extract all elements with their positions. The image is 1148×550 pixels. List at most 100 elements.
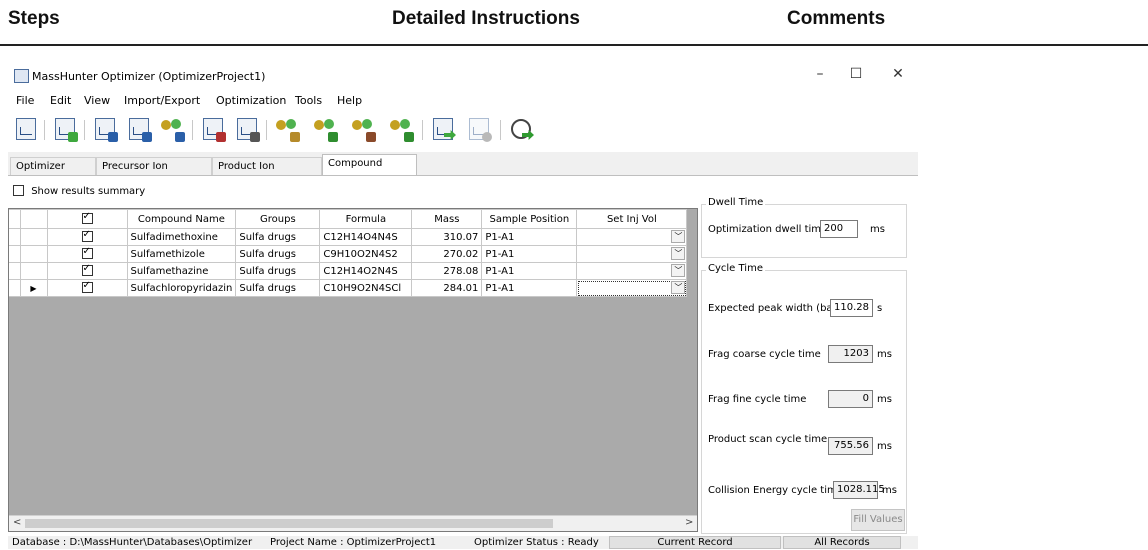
current-row-marker[interactable]: ▶: [19, 279, 48, 297]
save-as-project-icon[interactable]: [126, 116, 152, 142]
row-selector[interactable]: [19, 262, 48, 280]
menu-optimization[interactable]: Optimization: [216, 94, 286, 107]
table-row[interactable]: Sulfadimethoxine Sulfa drugs C12H14O4N4S…: [9, 228, 688, 246]
chevron-down-icon[interactable]: ﹀: [671, 247, 686, 260]
mass-cell[interactable]: 270.02: [411, 245, 483, 263]
groups-cell[interactable]: Sulfa drugs: [235, 262, 321, 280]
fill-values-button[interactable]: Fill Values: [851, 509, 905, 531]
project-status: Project Name : OptimizerProject1: [270, 537, 437, 548]
table-row[interactable]: Sulfamethazine Sulfa drugs C12H14O2N4S 2…: [9, 262, 688, 280]
groups-cell[interactable]: Sulfa drugs: [235, 228, 321, 246]
groups-cell[interactable]: Sulfa drugs: [235, 279, 321, 297]
tab-optimizer-setup[interactable]: Optimizer Setup: [10, 157, 96, 190]
inj-vol-cell[interactable]: ﹀: [576, 245, 688, 263]
menu-view[interactable]: View: [84, 94, 110, 107]
report-icon[interactable]: [234, 116, 260, 142]
menu-import-export[interactable]: Import/Export: [124, 94, 200, 107]
select-all-checkbox[interactable]: [81, 211, 93, 224]
chevron-down-icon[interactable]: ﹀: [671, 264, 686, 277]
mass-cell[interactable]: 284.01: [411, 279, 483, 297]
tab-precursor-ion-selection[interactable]: Precursor Ion Selection: [96, 157, 212, 190]
mass-cell[interactable]: 278.08: [411, 262, 483, 280]
scrollbar-thumb[interactable]: [25, 519, 553, 528]
mass-cell[interactable]: 310.07: [411, 228, 483, 246]
export-compound-icon[interactable]: [350, 116, 376, 142]
frag-coarse-unit: ms: [877, 349, 892, 360]
row-checkbox[interactable]: [81, 263, 93, 276]
scroll-left-icon[interactable]: <: [13, 517, 21, 528]
select-all-header[interactable]: [46, 209, 128, 229]
show-results-summary[interactable]: Show results summary: [13, 185, 145, 197]
menu-file[interactable]: File: [16, 94, 34, 107]
compound-name-cell[interactable]: Sulfamethazine: [126, 262, 237, 280]
dwell-time-unit: ms: [870, 224, 885, 235]
compound-setup-page: Show results summary Compound Name Group…: [8, 175, 918, 550]
formula-cell[interactable]: C10H9O2N4SCl: [319, 279, 413, 297]
formula-cell[interactable]: C9H10O2N4S2: [319, 245, 413, 263]
sample-position-cell[interactable]: P1-A1: [481, 279, 578, 297]
settings-panel: Dwell Time Optimization dwell time 200 m…: [701, 192, 911, 548]
row-selector[interactable]: [19, 245, 48, 263]
menu-edit[interactable]: Edit: [50, 94, 71, 107]
toolbar-separator: [192, 120, 193, 140]
row-checkbox[interactable]: [81, 280, 93, 293]
column-header[interactable]: Sample Position: [481, 209, 578, 229]
close-button[interactable]: ✕: [888, 66, 908, 82]
tab-product-ion-selection[interactable]: Product Ion Selection: [212, 157, 322, 190]
row-checkbox[interactable]: [81, 229, 93, 242]
row-checkbox-cell[interactable]: [46, 228, 128, 246]
menu-help[interactable]: Help: [337, 94, 362, 107]
table-header-row: Compound Name Groups Formula Mass Sample…: [9, 209, 688, 229]
groups-cell[interactable]: Sulfa drugs: [235, 245, 321, 263]
inj-vol-cell[interactable]: ﹀: [576, 262, 688, 280]
gutter-cell: [9, 228, 21, 246]
horizontal-scrollbar[interactable]: < >: [9, 515, 697, 531]
open-method-icon[interactable]: [13, 116, 39, 142]
row-selector[interactable]: [19, 228, 48, 246]
menu-tools[interactable]: Tools: [295, 94, 322, 107]
timer-icon[interactable]: [508, 116, 534, 142]
sample-position-cell[interactable]: P1-A1: [481, 262, 578, 280]
table-row[interactable]: ▶ Sulfachloropyridazin Sulfa drugs C10H9…: [9, 279, 688, 297]
all-records-button[interactable]: All Records: [783, 536, 901, 549]
peak-width-input[interactable]: 110.28: [830, 299, 873, 317]
row-checkbox-cell[interactable]: [46, 279, 128, 297]
chevron-down-icon[interactable]: ﹀: [671, 281, 686, 294]
compound-name-cell[interactable]: Sulfamethizole: [126, 245, 237, 263]
current-record-button[interactable]: Current Record: [609, 536, 781, 549]
minimize-button[interactable]: –: [810, 66, 830, 82]
save-project-icon[interactable]: [92, 116, 118, 142]
compound-name-cell[interactable]: Sulfadimethoxine: [126, 228, 237, 246]
column-header[interactable]: Mass: [411, 209, 483, 229]
show-results-summary-checkbox[interactable]: [13, 185, 24, 196]
new-project-icon[interactable]: [52, 116, 78, 142]
sample-position-cell[interactable]: P1-A1: [481, 228, 578, 246]
export-results-icon[interactable]: [388, 116, 414, 142]
row-checkbox[interactable]: [81, 246, 93, 259]
maximize-button[interactable]: ☐: [846, 66, 866, 82]
sample-position-cell[interactable]: P1-A1: [481, 245, 578, 263]
column-header[interactable]: Set Inj Vol: [576, 209, 688, 229]
import-compound-db-icon[interactable]: [274, 116, 300, 142]
row-checkbox-cell[interactable]: [46, 245, 128, 263]
row-checkbox-cell[interactable]: [46, 262, 128, 280]
column-header[interactable]: Formula: [319, 209, 413, 229]
inj-vol-cell[interactable]: ﹀: [576, 279, 688, 297]
compound-icon[interactable]: [159, 116, 185, 142]
dwell-time-input[interactable]: 200: [820, 220, 858, 238]
table-row[interactable]: Sulfamethizole Sulfa drugs C9H10O2N4S2 2…: [9, 245, 688, 263]
chevron-down-icon[interactable]: ﹀: [671, 230, 686, 243]
start-optimization-icon[interactable]: [430, 116, 456, 142]
column-header[interactable]: Groups: [235, 209, 321, 229]
delete-project-icon[interactable]: [200, 116, 226, 142]
formula-cell[interactable]: C12H14O4N4S: [319, 228, 413, 246]
compound-name-cell[interactable]: Sulfachloropyridazin: [126, 279, 237, 297]
stop-optimization-icon[interactable]: [466, 116, 492, 142]
column-header[interactable]: Compound Name: [126, 209, 237, 229]
inj-vol-cell[interactable]: ﹀: [576, 228, 688, 246]
scroll-right-icon[interactable]: >: [685, 517, 693, 528]
import-compound-csv-icon[interactable]: [312, 116, 338, 142]
formula-cell[interactable]: C12H14O2N4S: [319, 262, 413, 280]
tab-compound-setup[interactable]: Compound Setup: [322, 154, 417, 187]
steps-heading: Steps: [8, 8, 60, 29]
